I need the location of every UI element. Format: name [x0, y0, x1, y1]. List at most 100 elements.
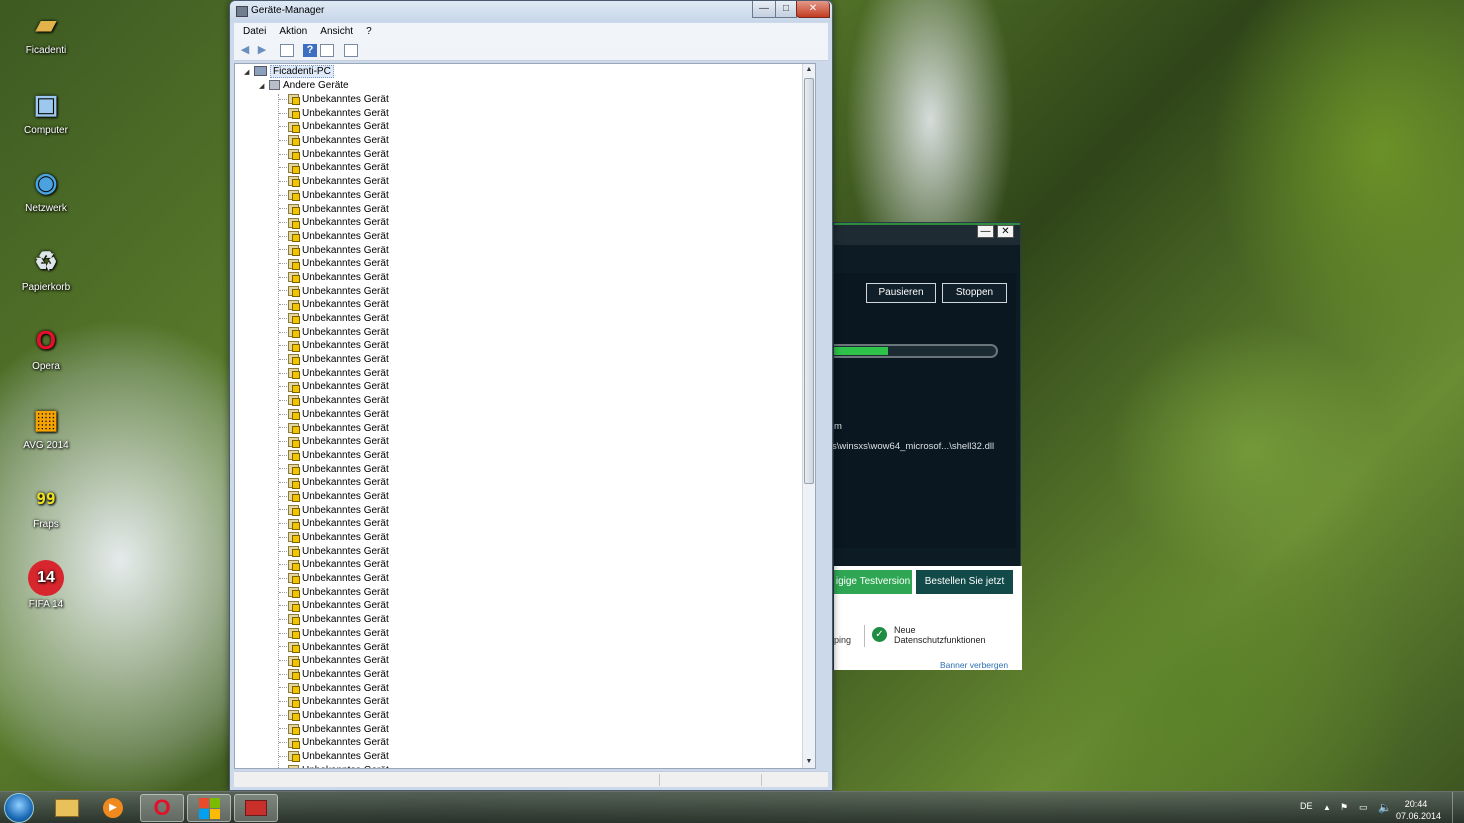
tree-device-item[interactable]: Unbekanntes Gerät — [279, 683, 389, 697]
pause-button[interactable]: Pausieren — [866, 283, 936, 303]
tree-device-item[interactable]: Unbekanntes Gerät — [279, 313, 389, 327]
tree-group-andere-geraete[interactable]: ◢ Andere Geräte — [259, 80, 349, 93]
tree-device-item[interactable]: Unbekanntes Gerät — [279, 628, 389, 642]
scan-hardware-icon[interactable] — [344, 44, 358, 57]
tree-device-item[interactable]: Unbekanntes Gerät — [279, 272, 389, 286]
tree-device-item[interactable]: Unbekanntes Gerät — [279, 450, 389, 464]
tree-device-item[interactable]: Unbekanntes Gerät — [279, 751, 389, 765]
action-center-flag-icon[interactable]: ⚑ — [1340, 802, 1348, 813]
tree-device-item[interactable]: Unbekanntes Gerät — [279, 135, 389, 149]
tree-device-item[interactable]: Unbekanntes Gerät — [279, 395, 389, 409]
tree-device-item[interactable]: Unbekanntes Gerät — [279, 724, 389, 738]
tree-device-item[interactable]: Unbekanntes Gerät — [279, 655, 389, 669]
tree-device-item[interactable]: Unbekanntes Gerät — [279, 231, 389, 245]
close-button[interactable]: ✕ — [796, 1, 830, 18]
tree-device-item[interactable]: Unbekanntes Gerät — [279, 765, 389, 768]
network-icon[interactable]: ▭ — [1359, 802, 1368, 813]
desktop-icon-fraps[interactable]: 99 Fraps — [14, 480, 78, 531]
tree-device-item[interactable]: Unbekanntes Gerät — [279, 217, 389, 231]
tree-device-item[interactable]: Unbekanntes Gerät — [279, 614, 389, 628]
tree-device-item[interactable]: Unbekanntes Gerät — [279, 354, 389, 368]
tree-device-item[interactable]: Unbekanntes Gerät — [279, 286, 389, 300]
desktop-icon-avg[interactable]: ▦ AVG 2014 — [14, 401, 78, 452]
volume-icon[interactable]: 🔈 — [1378, 801, 1392, 814]
stop-button[interactable]: Stoppen — [942, 283, 1007, 303]
menu-aktion[interactable]: Aktion — [274, 23, 312, 37]
taskbar-opera[interactable]: O — [140, 794, 184, 822]
tree-device-item[interactable]: Unbekanntes Gerät — [279, 245, 389, 259]
properties-icon[interactable] — [280, 44, 294, 57]
menu-datei[interactable]: Datei — [238, 23, 271, 37]
avg-close-button[interactable]: ✕ — [997, 225, 1014, 238]
taskbar-media-player[interactable]: ▶ — [91, 794, 135, 822]
tree-device-item[interactable]: Unbekanntes Gerät — [279, 587, 389, 601]
tree-device-item[interactable]: Unbekanntes Gerät — [279, 258, 389, 272]
tree-device-item[interactable]: Unbekanntes Gerät — [279, 176, 389, 190]
menu-help[interactable]: ? — [361, 23, 377, 37]
tree-device-item[interactable]: Unbekanntes Gerät — [279, 477, 389, 491]
desktop-icon-computer[interactable]: ▣ Computer — [14, 86, 78, 137]
trial-button[interactable]: igige Testversion — [834, 570, 912, 594]
scrollbar-thumb[interactable] — [804, 78, 814, 484]
menu-ansicht[interactable]: Ansicht — [315, 23, 358, 37]
hide-banner-link[interactable]: Banner verbergen — [940, 660, 1008, 670]
maximize-button[interactable]: □ — [775, 1, 797, 18]
collapse-arrow-icon[interactable]: ◢ — [244, 68, 253, 76]
tree-root[interactable]: ◢ Ficadenti-PC — [244, 65, 334, 79]
show-hidden-icons-button[interactable]: ▲ — [1323, 803, 1331, 812]
start-button[interactable] — [4, 793, 34, 823]
scroll-down-arrow-icon[interactable]: ▼ — [803, 756, 815, 768]
back-arrow-icon[interactable]: ◀ — [238, 44, 252, 57]
tree-device-item[interactable]: Unbekanntes Gerät — [279, 409, 389, 423]
tree-device-item[interactable]: Unbekanntes Gerät — [279, 340, 389, 354]
tree-device-item[interactable]: Unbekanntes Gerät — [279, 737, 389, 751]
tree-device-item[interactable]: Unbekanntes Gerät — [279, 505, 389, 519]
desktop-icon-opera[interactable]: O Opera — [14, 322, 78, 373]
vertical-scrollbar[interactable]: ▲ ▼ — [802, 64, 815, 768]
help-icon[interactable]: ? — [303, 44, 317, 57]
system-clock[interactable]: 20:44 07.06.2014 — [1396, 798, 1441, 822]
tree-device-item[interactable]: Unbekanntes Gerät — [279, 204, 389, 218]
tree-device-item[interactable]: Unbekanntes Gerät — [279, 423, 389, 437]
tree-device-item[interactable]: Unbekanntes Gerät — [279, 491, 389, 505]
tree-device-item[interactable]: Unbekanntes Gerät — [279, 710, 389, 724]
tree-device-item[interactable]: Unbekanntes Gerät — [279, 94, 389, 108]
collapse-arrow-icon[interactable]: ◢ — [259, 82, 268, 90]
avg-minimize-button[interactable]: — — [977, 225, 994, 238]
tree-device-item[interactable]: Unbekanntes Gerät — [279, 368, 389, 382]
tree-device-item[interactable]: Unbekanntes Gerät — [279, 600, 389, 614]
tree-device-item[interactable]: Unbekanntes Gerät — [279, 162, 389, 176]
view-icon[interactable] — [320, 44, 334, 57]
language-indicator[interactable]: DE — [1300, 801, 1313, 811]
desktop-icon-netzwerk[interactable]: ◉ Netzwerk — [14, 164, 78, 215]
tree-device-item[interactable]: Unbekanntes Gerät — [279, 121, 389, 135]
tree-device-item[interactable]: Unbekanntes Gerät — [279, 696, 389, 710]
tree-device-item[interactable]: Unbekanntes Gerät — [279, 299, 389, 313]
desktop-icon-fifa[interactable]: 14 FIFA 14 — [14, 560, 78, 610]
tree-device-item[interactable]: Unbekanntes Gerät — [279, 573, 389, 587]
tree-device-item[interactable]: Unbekanntes Gerät — [279, 559, 389, 573]
tree-device-item[interactable]: Unbekanntes Gerät — [279, 642, 389, 656]
show-desktop-button[interactable] — [1452, 792, 1464, 823]
taskbar-device-manager[interactable] — [234, 794, 278, 822]
tree-device-item[interactable]: Unbekanntes Gerät — [279, 108, 389, 122]
order-now-button[interactable]: Bestellen Sie jetzt — [916, 570, 1013, 594]
taskbar-windows-app[interactable] — [187, 794, 231, 822]
tree-device-item[interactable]: Unbekanntes Gerät — [279, 532, 389, 546]
tree-device-item[interactable]: Unbekanntes Gerät — [279, 464, 389, 478]
tree-device-item[interactable]: Unbekanntes Gerät — [279, 190, 389, 204]
tree-device-item[interactable]: Unbekanntes Gerät — [279, 149, 389, 163]
tree-device-item[interactable]: Unbekanntes Gerät — [279, 546, 389, 560]
taskbar-explorer[interactable] — [45, 794, 89, 822]
desktop-icon-ficadenti[interactable]: ▰ Ficadenti — [14, 6, 78, 57]
tree-device-item[interactable]: Unbekanntes Gerät — [279, 518, 389, 532]
tree-device-item[interactable]: Unbekanntes Gerät — [279, 436, 389, 450]
tree-device-item[interactable]: Unbekanntes Gerät — [279, 669, 389, 683]
tree-device-item[interactable]: Unbekanntes Gerät — [279, 381, 389, 395]
window-titlebar[interactable]: Geräte-Manager — □ ✕ — [230, 1, 832, 22]
tree-device-item[interactable]: Unbekanntes Gerät — [279, 327, 389, 341]
scroll-up-arrow-icon[interactable]: ▲ — [803, 64, 815, 76]
forward-arrow-icon[interactable]: ▶ — [255, 44, 269, 57]
desktop-icon-papierkorb[interactable]: ♻ Papierkorb — [14, 243, 78, 294]
minimize-button[interactable]: — — [752, 1, 776, 18]
